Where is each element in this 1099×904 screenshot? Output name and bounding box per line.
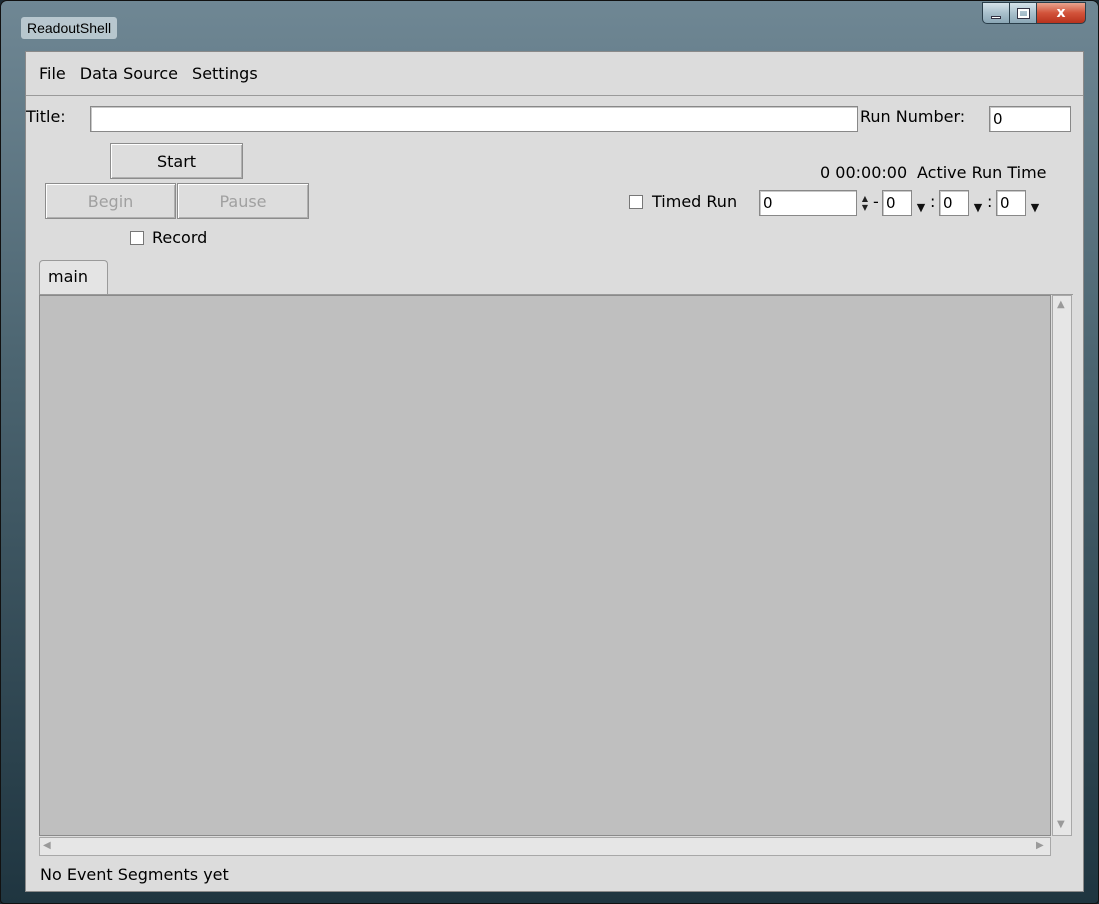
timed-run-days-input[interactable]: 0 [759,190,857,216]
hours-minutes-separator: : [930,192,936,211]
begin-button[interactable]: Begin [45,183,176,219]
menu-bar: File Data Source Settings [26,52,1083,96]
elapsed-time-value: 0 00:00:00 [820,163,908,182]
vertical-scrollbar[interactable]: ▲ ▼ [1052,295,1072,836]
start-button[interactable]: Start [110,143,243,179]
window-controls: x [982,2,1086,24]
horizontal-scrollbar[interactable]: ◀ ▶ [39,837,1051,856]
menu-settings[interactable]: Settings [185,52,265,96]
minutes-select[interactable]: 0 [939,190,969,216]
chevron-down-icon[interactable]: ▼ [1027,190,1043,216]
window-frame: ReadoutShell x File Data Source Settings… [0,0,1099,904]
close-icon: x [1056,5,1066,21]
spin-up-icon[interactable]: ▲ [862,194,868,203]
title-bar[interactable]: ReadoutShell x [1,1,1099,51]
title-label: Title: [26,107,66,126]
pause-button[interactable]: Pause [177,183,309,219]
menu-data-source[interactable]: Data Source [73,52,185,96]
menu-file[interactable]: File [32,52,73,96]
output-area[interactable] [39,295,1051,836]
seconds-select[interactable]: 0 [996,190,1026,216]
days-hours-separator: - [873,192,879,211]
tab-main[interactable]: main [39,260,108,295]
client-area: File Data Source Settings Title: Run Num… [25,51,1084,892]
minimize-button[interactable] [982,2,1010,24]
scroll-left-icon[interactable]: ◀ [43,841,51,851]
days-spinner[interactable]: ▲ ▼ [858,190,872,216]
window-title: ReadoutShell [21,17,118,39]
close-button[interactable]: x [1037,2,1086,24]
status-bar: No Event Segments yet [40,865,229,884]
scroll-up-icon[interactable]: ▲ [1057,300,1065,310]
hours-select[interactable]: 0 [882,190,912,216]
maximize-icon [1016,7,1030,19]
scroll-right-icon[interactable]: ▶ [1036,841,1044,851]
maximize-button[interactable] [1010,2,1037,24]
timed-run-checkbox[interactable] [629,195,643,209]
chevron-down-icon[interactable]: ▼ [970,190,986,216]
title-input[interactable] [90,106,858,132]
active-run-time-label: Active Run Time [917,163,1047,182]
run-number-label: Run Number: [860,107,966,126]
record-label: Record [152,228,208,247]
chevron-down-icon[interactable]: ▼ [913,190,929,216]
timed-run-label: Timed Run [652,192,738,211]
spin-down-icon[interactable]: ▼ [862,203,868,212]
scroll-down-icon[interactable]: ▼ [1057,820,1065,830]
record-checkbox[interactable] [130,231,144,245]
run-number-input[interactable]: 0 [989,106,1071,132]
minutes-seconds-separator: : [987,192,993,211]
minimize-icon [991,15,1001,19]
